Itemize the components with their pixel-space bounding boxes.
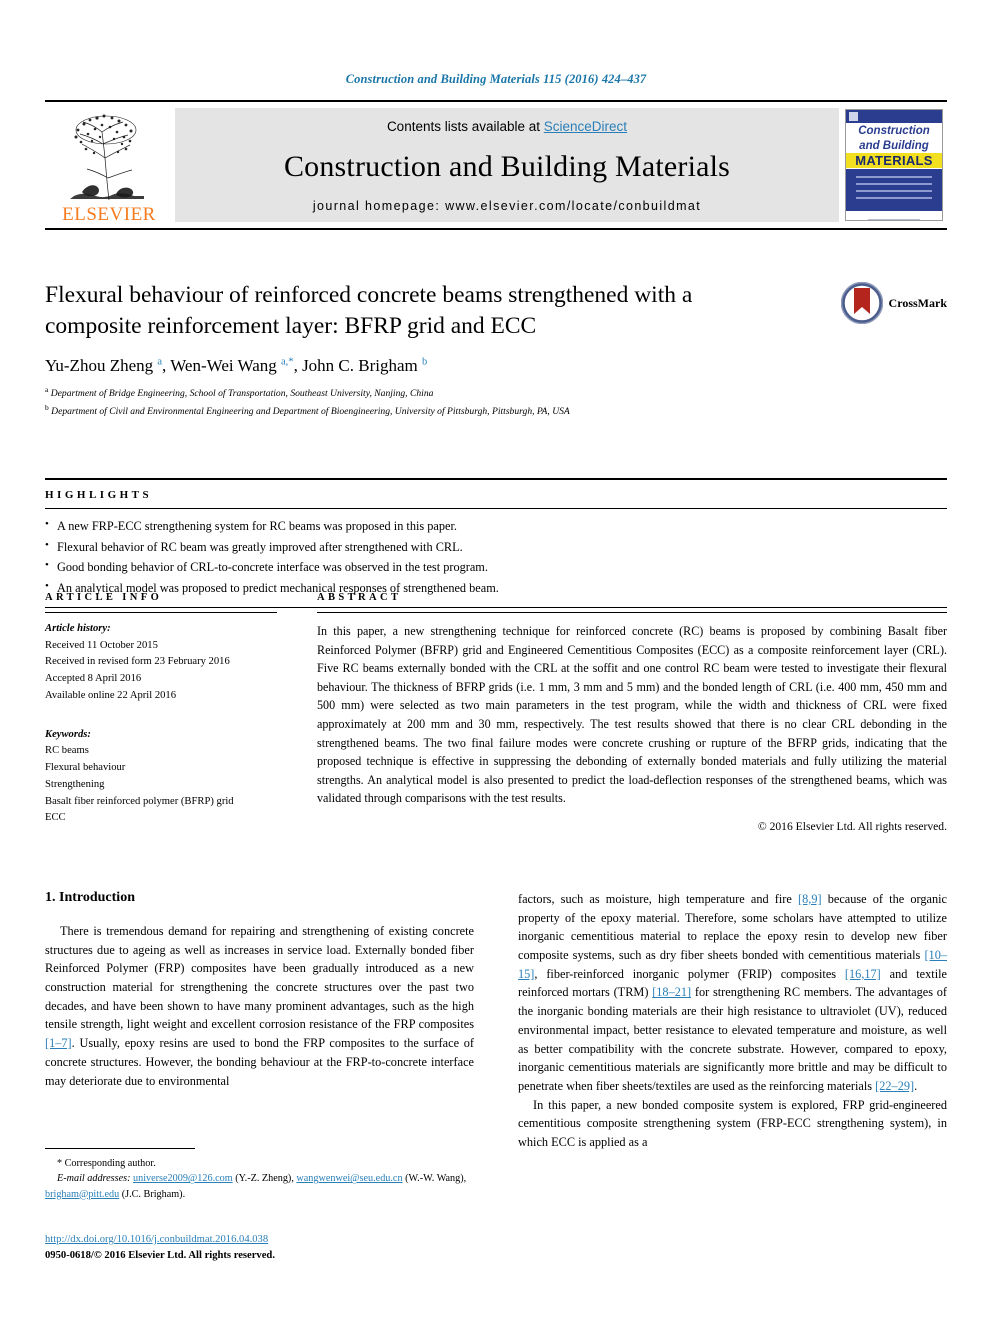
issn-copyright-line: 0950-0618/© 2016 Elsevier Ltd. All right… (45, 1250, 275, 1262)
history-received: Received 11 October 2015 (45, 639, 158, 651)
cover-line2: and Building (859, 139, 929, 152)
history-online: Available online 22 April 2016 (45, 689, 177, 701)
keyword-item: Basalt fiber reinforced polymer (BFRP) g… (45, 795, 234, 807)
keyword-item: Strengthening (45, 778, 105, 790)
citation-ref-16-17[interactable]: [16,17] (845, 967, 881, 981)
right-e: for strengthening RC members. The advant… (518, 985, 947, 1093)
citation-ref-18-21[interactable]: [18–21] (652, 985, 691, 999)
citation-ref-1-7[interactable]: [1–7] (45, 1036, 72, 1050)
cover-line3: MATERIALS (846, 152, 942, 169)
email-link-wang[interactable]: wangwenwei@seu.edu.cn (296, 1173, 402, 1184)
email1-owner: (Y.-Z. Zheng), (232, 1173, 297, 1185)
abstract-column: ABSTRACT In this paper, a new strengthen… (317, 592, 947, 833)
email-link-zheng[interactable]: universe2009@126.com (133, 1173, 233, 1184)
email2-owner: (W.-W. Wang), (402, 1173, 467, 1185)
citation-ref-8-9[interactable]: [8,9] (798, 892, 822, 906)
abstract-text: In this paper, a new strengthening techn… (317, 624, 947, 806)
cover-blue-panel (846, 169, 942, 212)
citation-ref-22-29[interactable]: [22–29] (875, 1079, 914, 1093)
contents-prefix: Contents lists available at (386, 119, 544, 134)
article-history-block: Article history: Received 11 October 201… (45, 613, 277, 705)
corresponding-author-note: * Corresponding author. E-mail addresses… (45, 1156, 474, 1202)
keyword-item: RC beams (45, 745, 89, 757)
keywords-block: Keywords: RC beams Flexural behaviour St… (45, 719, 277, 827)
title-block: Flexural behaviour of reinforced concret… (45, 280, 947, 420)
elsevier-tree-icon (70, 114, 144, 201)
right-c: , fiber-reinforced inorganic polymer (FR… (534, 966, 845, 981)
affiliation-b-text: Department of Civil and Environmental En… (51, 406, 570, 418)
elsevier-wordmark: ELSEVIER (62, 204, 156, 225)
crossmark-label: CrossMark (888, 295, 947, 310)
body-right-column: factors, such as moisture, high temperat… (518, 890, 947, 1152)
running-head: Construction and Building Materials 115 … (345, 72, 647, 86)
keywords-label: Keywords: (45, 728, 91, 740)
right-a: factors, such as moisture, high temperat… (518, 892, 798, 906)
email-label: E-mail addresses: (57, 1173, 131, 1185)
affiliation-list: a Department of Bridge Engineering, Scho… (45, 384, 947, 419)
body-columns: 1. Introduction There is tremendous dema… (45, 890, 947, 1152)
intro-paragraph-right-1: factors, such as moisture, high temperat… (518, 890, 947, 1096)
journal-cover-thumbnail: Construction and Building MATERIALS Else… (845, 109, 943, 221)
history-accepted: Accepted 8 April 2016 (45, 673, 142, 685)
right-f: . (914, 1078, 918, 1093)
elsevier-logo: ELSEVIER (45, 102, 173, 228)
crossmark-icon (840, 282, 883, 324)
intro-left-b: . Usually, epoxy resins are used to bond… (45, 1036, 474, 1088)
journal-title: Construction and Building Materials (283, 149, 731, 183)
affiliation-a-text: Department of Bridge Engineering, School… (50, 388, 434, 400)
keyword-item: ECC (45, 812, 66, 824)
cover-white-panel (846, 211, 942, 220)
footnote-block: * Corresponding author. E-mail addresses… (45, 1148, 474, 1202)
cover-line1: Construction (858, 125, 930, 137)
section-title-introduction: 1. Introduction (45, 890, 135, 905)
abstract-copyright: © 2016 Elsevier Ltd. All rights reserved… (757, 820, 947, 834)
authors-text: Yu-Zhou Zheng a, Wen-Wei Wang a,*, John … (45, 356, 428, 376)
journal-masthead: ELSEVIER Contents lists available at Sci… (45, 100, 947, 230)
email3-owner: (J.C. Brigham). (119, 1188, 186, 1200)
author-list: Yu-Zhou Zheng a, Wen-Wei Wang a,*, John … (45, 356, 947, 376)
email-addresses-line: E-mail addresses: universe2009@126.com (… (45, 1171, 474, 1202)
article-history-label: Article history: (45, 623, 111, 634)
masthead-center: Contents lists available at ScienceDirec… (175, 108, 839, 222)
highlights-section: HIGHLIGHTS A new FRP-ECC strengthening s… (45, 478, 947, 608)
doi-link[interactable]: http://dx.doi.org/10.1016/j.conbuildmat.… (45, 1234, 268, 1245)
cover-top-bar (846, 110, 942, 123)
sciencedirect-link[interactable]: ScienceDirect (544, 119, 627, 134)
intro-paragraph-left: There is tremendous demand for repairing… (45, 922, 474, 1090)
affiliation-b: b Department of Civil and Environmental … (45, 403, 570, 418)
doi-block: http://dx.doi.org/10.1016/j.conbuildmat.… (45, 1232, 545, 1264)
footnote-rule (45, 1148, 195, 1149)
email-link-brigham[interactable]: brigham@pitt.edu (45, 1189, 119, 1200)
intro-left-a: There is tremendous demand for repairing… (45, 924, 474, 1032)
affiliation-a: a Department of Bridge Engineering, Scho… (45, 385, 434, 400)
journal-homepage[interactable]: journal homepage: www.elsevier.com/locat… (313, 199, 701, 213)
list-item: A new FRP-ECC strengthening system for R… (45, 516, 947, 536)
info-abstract-section: ARTICLE INFO Article history: Received 1… (45, 592, 947, 833)
body-left-column: 1. Introduction There is tremendous dema… (45, 890, 474, 1152)
corresponding-author-line: * Corresponding author. (57, 1158, 156, 1169)
abstract-heading: ABSTRACT (317, 592, 402, 603)
article-info-heading: ARTICLE INFO (45, 592, 163, 603)
page-title: Flexural behaviour of reinforced concret… (45, 282, 693, 340)
highlights-heading: HIGHLIGHTS (45, 489, 153, 501)
article-info-column: ARTICLE INFO Article history: Received 1… (45, 592, 277, 833)
paper-page: Construction and Building Materials 115 … (0, 0, 992, 1323)
intro-paragraph-right-2: In this paper, a new bonded composite sy… (518, 1097, 947, 1149)
history-revised: Received in revised form 23 February 201… (45, 656, 230, 668)
contents-available-line: Contents lists available at ScienceDirec… (387, 119, 627, 134)
keyword-item: Flexural behaviour (45, 762, 126, 774)
crossmark-badge[interactable]: CrossMark (840, 282, 947, 324)
list-item: Good bonding behavior of CRL-to-concrete… (45, 557, 947, 577)
list-item: Flexural behavior of RC beam was greatly… (45, 537, 947, 557)
